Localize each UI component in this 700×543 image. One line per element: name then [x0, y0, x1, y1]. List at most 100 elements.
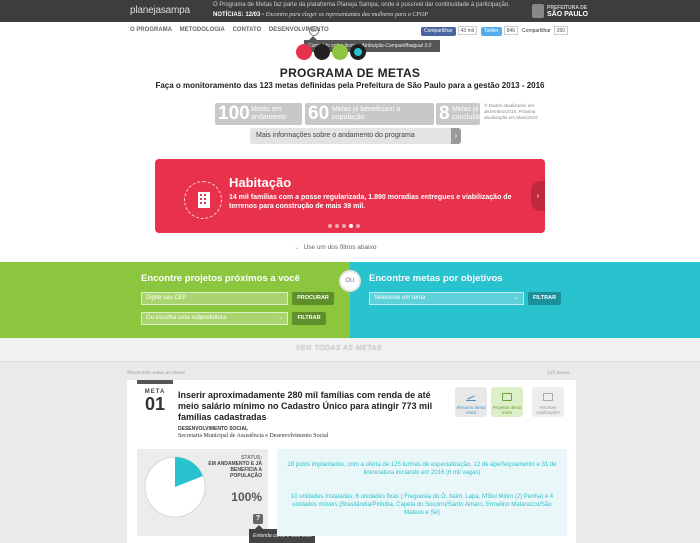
- stat-label: Metas já concluídas: [452, 106, 486, 121]
- notifications-button[interactable]: Receber notificações: [532, 387, 564, 417]
- black-dot-icon: [314, 44, 330, 60]
- chevron-down-icon: ⌄: [513, 295, 519, 301]
- building-icon: [184, 181, 222, 219]
- google-count: 350: [553, 26, 569, 35]
- page-subtitle: Faça o monitoramento das 123 metas defin…: [155, 81, 545, 90]
- folder-icon: [502, 393, 512, 401]
- projects-panel: 18 polos implantados, com a oferta de 12…: [277, 449, 567, 536]
- prefeitura-logo[interactable]: PREFEITURA DE SÃO PAULO: [532, 3, 592, 19]
- theme-value: Selecione um tema: [374, 295, 426, 301]
- goal-title[interactable]: Inserir aproximadamente 280 mil famílias…: [178, 390, 450, 423]
- banner-next-button[interactable]: ›: [531, 181, 545, 211]
- nearby-projects-panel: Encontre projetos próximos a você Digite…: [0, 262, 350, 338]
- nav-item-metodologia[interactable]: METODOLOGIA: [180, 27, 225, 33]
- stat-beneficiam: 60 Metas já beneficiam a população: [305, 103, 434, 125]
- filter-theme-button[interactable]: FILTRAR: [528, 292, 561, 305]
- notifications-label: Receber notificações: [536, 405, 560, 415]
- page: planejasampa O Programa de Metas faz par…: [0, 0, 700, 543]
- stat-number: 60: [308, 103, 330, 124]
- carousel-dot-active[interactable]: [349, 224, 353, 228]
- goal-number-tag: META 01: [137, 380, 173, 422]
- progress-percent: 100%: [231, 490, 262, 504]
- cyan-dot-icon: [350, 44, 366, 60]
- goal-projects-label: Projetos desta meta: [492, 405, 522, 415]
- notice-date: 12/03 -: [245, 12, 265, 18]
- secretaria-short: DESENVOLVIMENTO SOCIAL: [178, 426, 249, 432]
- program-logo-dots: [296, 44, 382, 60]
- subprefeitura-select[interactable]: Ou escolha uma subprefeitura ⌄: [141, 312, 288, 325]
- goal-summary-button[interactable]: Resumo desta meta: [455, 387, 487, 417]
- notice-news[interactable]: NOTÍCIAS: 12/03 - Encontro para eleger o…: [213, 12, 428, 18]
- banner-text: 14 mil famílias com a posse regularizada…: [229, 194, 512, 210]
- page-title: PROGRAMA DE METAS: [279, 66, 421, 80]
- goals-count: 123 metas: [547, 370, 570, 376]
- mail-icon: [543, 393, 553, 401]
- search-cep-button[interactable]: PROCURAR: [292, 292, 334, 305]
- carousel-dot[interactable]: [328, 224, 332, 228]
- red-dot-icon: [296, 44, 312, 60]
- notice-area: O Programa de Metas faz parte da platafo…: [207, 0, 587, 22]
- status-panel: STATUS: EM ANDAMENTO E JÁ BENEFICIA A PO…: [137, 449, 268, 536]
- notice-label: NOTÍCIAS:: [213, 12, 244, 18]
- nav-item-contato[interactable]: CONTATO: [233, 27, 262, 33]
- chevron-down-icon: ⌄: [277, 315, 283, 321]
- share-bar: Compartilhar 43 mil Twitter 846 Compartilhar…: [421, 26, 572, 36]
- stat-number: 8: [439, 103, 450, 124]
- nav-item-desenvolvimento[interactable]: DESENVOLVIMENTO: [269, 27, 329, 33]
- facebook-share-button[interactable]: Compartilhar: [421, 27, 456, 36]
- filter-subpref-button[interactable]: FILTRAR: [292, 312, 326, 325]
- notice-text: Encontro para eleger os representantes d…: [265, 12, 428, 18]
- help-icon[interactable]: ?: [253, 514, 263, 524]
- subprefeitura-value: Ou escolha uma subprefeitura: [146, 315, 227, 321]
- stat-label: Metas em andamento: [251, 106, 287, 121]
- goal-card[interactable]: META 01 Inserir aproximadamente 280 mil …: [127, 380, 576, 543]
- facebook-count: 43 mil: [457, 26, 477, 35]
- chevron-down-icon: ⌄: [294, 244, 300, 251]
- stat-label: Metas já beneficiam a população: [332, 106, 401, 121]
- main-nav: O PROGRAMA METODOLOGIA CONTATO DESENVOLV…: [130, 27, 335, 33]
- see-all-goals-bar[interactable]: VER TODAS AS METAS: [0, 338, 700, 362]
- stats-update-note: © Dados atualizados em dezembro/2015. Pr…: [484, 103, 538, 120]
- google-share-button[interactable]: Compartilhar: [522, 28, 551, 34]
- coat-of-arms-icon: [532, 4, 544, 18]
- see-all-goals-link[interactable]: VER TODAS AS METAS: [296, 345, 382, 352]
- creative-commons-icon[interactable]: cc: [309, 26, 319, 36]
- goal-summary-label: Resumo desta meta: [456, 405, 486, 415]
- status-label: STATUS: EM ANDAMENTO E JÁ BENEFICIA A PO…: [207, 455, 262, 479]
- stat-number: 100: [218, 103, 250, 124]
- carousel-dot[interactable]: [356, 224, 360, 228]
- filter-hint: ⌄ Use um dos filtros abaixo: [294, 243, 376, 251]
- status-text: EM ANDAMENTO E JÁ BENEFICIA A POPULAÇÃO: [208, 461, 262, 479]
- carousel-dot[interactable]: [342, 224, 346, 228]
- twitter-share-button[interactable]: Twitter: [480, 27, 502, 36]
- chevron-right-icon: ›: [451, 128, 461, 144]
- planejasampa-logo[interactable]: planejasampa: [130, 5, 190, 16]
- project-item: 18 polos implantados, com a oferta de 12…: [287, 462, 557, 476]
- stat-andamento: 100 Metas em andamento: [215, 103, 302, 125]
- project-item: 10 unidades instaladas: 6 unidades fixas…: [290, 494, 554, 516]
- stat-concluidas: 8 Metas já concluídas: [436, 103, 486, 125]
- nearby-projects-title: Encontre projetos próximos a você: [141, 273, 300, 284]
- banner-title: Habitação: [229, 175, 292, 190]
- theme-select[interactable]: Selecione um tema ⌄: [369, 292, 524, 305]
- chart-icon: [466, 393, 476, 401]
- secretaria-full: Secretaria Municipal de Assistência e De…: [178, 433, 329, 439]
- logo-text: planejasampa: [130, 5, 190, 16]
- more-info-button[interactable]: Mais informações sobre o andamento do pr…: [250, 128, 461, 144]
- progress-pie: [144, 456, 206, 518]
- twitter-count: 846: [503, 26, 519, 35]
- nav-item-programa[interactable]: O PROGRAMA: [130, 27, 172, 33]
- prefeitura-city: SÃO PAULO: [547, 11, 589, 18]
- cep-input[interactable]: Digite seu CEP: [141, 292, 288, 305]
- notice-intro: O Programa de Metas faz parte da platafo…: [213, 2, 510, 8]
- highlight-banner[interactable]: Habitação 14 mil famílias com a posse re…: [155, 159, 545, 233]
- goals-filter-title: Encontre metas por objetivos: [369, 273, 503, 284]
- or-separator: OU: [339, 270, 361, 292]
- green-dot-icon: [332, 44, 348, 60]
- carousel-dot[interactable]: [335, 224, 339, 228]
- more-info-label: Mais informações sobre o andamento do pr…: [256, 132, 415, 139]
- showing-label: Mostrando todas as metas: [127, 370, 185, 376]
- goals-filter-panel: Encontre metas por objetivos Selecione u…: [350, 262, 700, 338]
- filter-hint-text: Use um dos filtros abaixo: [303, 244, 377, 251]
- goal-projects-button[interactable]: Projetos desta meta: [491, 387, 523, 417]
